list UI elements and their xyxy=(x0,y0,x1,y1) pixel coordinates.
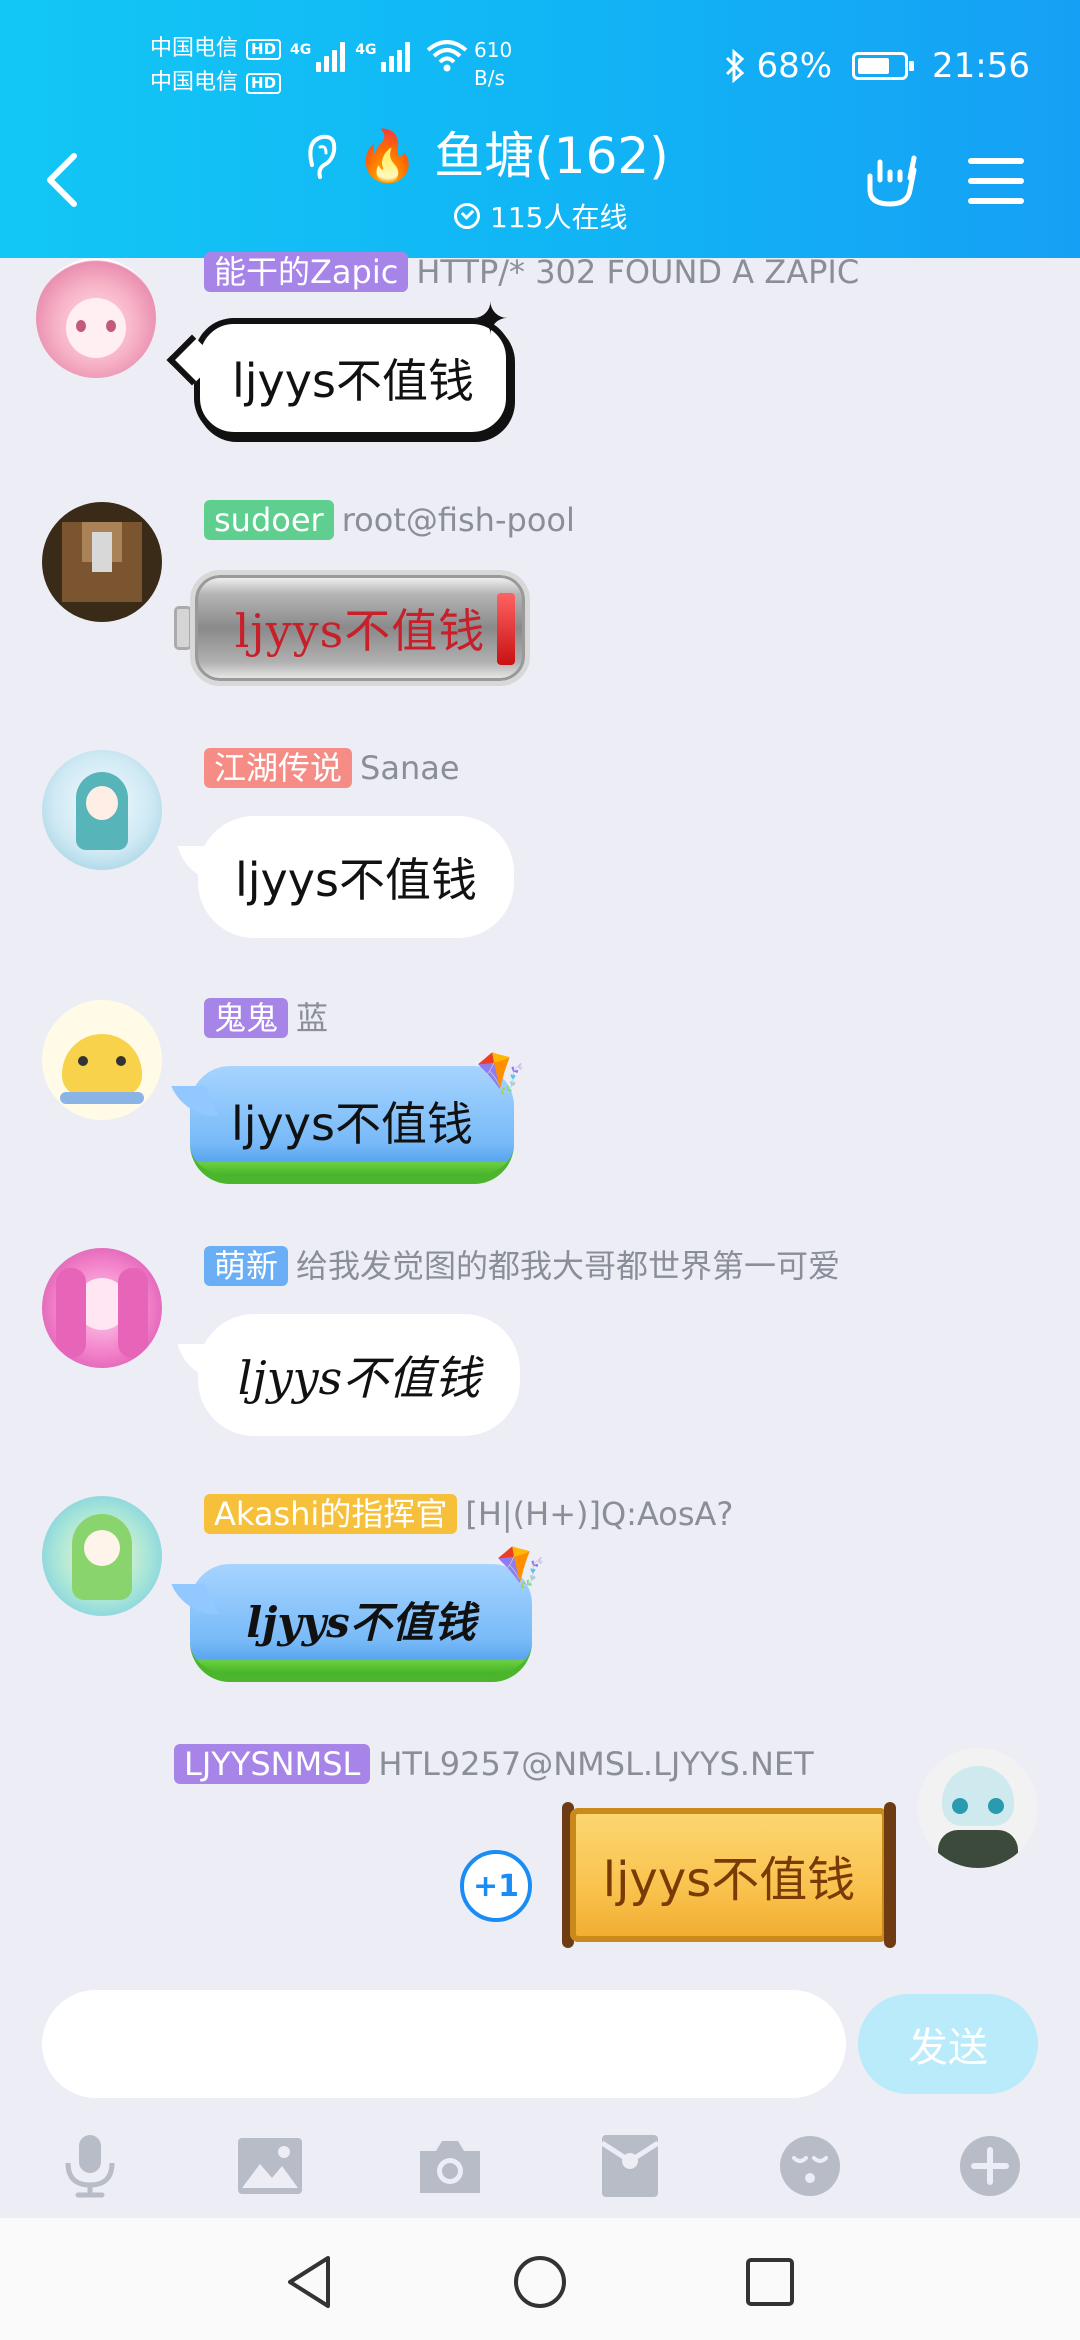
carrier-2: 中国电信 xyxy=(150,70,239,95)
sparkle-icon: ✦ xyxy=(472,294,509,345)
user-badge: 江湖传说 xyxy=(204,748,353,788)
avatar[interactable] xyxy=(42,1496,162,1616)
net-speed: 610 B/s xyxy=(474,36,512,92)
nickname: 给我发觉图的都我大哥都世界第一可爱 xyxy=(296,1247,841,1285)
hd-badge-2: HD xyxy=(246,72,282,94)
ear-icon[interactable] xyxy=(300,131,340,181)
plus-one-button[interactable]: +1 xyxy=(460,1850,532,1922)
message-text: ljyys不值钱 xyxy=(231,1097,473,1151)
back-button[interactable] xyxy=(40,150,84,210)
message-meta: 萌新 给我发觉图的都我大哥都世界第一可爱 xyxy=(204,1246,840,1286)
message-bubble[interactable]: ljyys不值钱 xyxy=(194,318,512,438)
message-text: ljyys不值钱 xyxy=(602,1852,856,1908)
kite-icon: 🪁 xyxy=(476,1051,526,1097)
net-speed-unit: B/s xyxy=(474,66,505,90)
system-nav-bar xyxy=(0,2218,1080,2340)
message-meta: sudoer root@fish-pool xyxy=(204,500,575,540)
message-item: 能干的Zapic HTTP/* 302 FOUND A ZAPIC ljyys不… xyxy=(0,252,1080,458)
user-badge: sudoer xyxy=(204,500,334,540)
message-text: ljyys不值钱 xyxy=(232,354,474,408)
emoji-icon[interactable] xyxy=(774,2130,846,2202)
nav-recents-icon[interactable] xyxy=(740,2252,800,2312)
nickname: root@fish-pool xyxy=(341,501,575,539)
message-bubble[interactable]: ljyys不值钱 xyxy=(198,1314,520,1436)
message-item: 鬼鬼 蓝 ljyys不值钱 🪁 xyxy=(0,998,1080,1198)
avatar[interactable] xyxy=(42,1000,162,1120)
nickname: [H|(H+)]Q:AosA? xyxy=(465,1495,734,1533)
online-count: 115人在线 xyxy=(454,196,627,236)
message-meta: Akashi的指挥官 [H|(H+)]Q:AosA? xyxy=(204,1494,733,1534)
title-group[interactable]: 🔥 鱼塘(162) xyxy=(300,128,669,184)
hd-badge-1: HD xyxy=(246,38,282,60)
red-packet-icon[interactable] xyxy=(594,2130,666,2202)
message-item: Akashi的指挥官 [H|(H+)]Q:AosA? ljyys不值钱 🪁 xyxy=(0,1494,1080,1694)
image-icon[interactable] xyxy=(234,2130,306,2202)
scroll-rod-right xyxy=(884,1802,896,1948)
avatar[interactable] xyxy=(918,1748,1038,1868)
signal-icon: 4G xyxy=(290,42,346,72)
nickname: Sanae xyxy=(360,749,460,787)
battery-icon xyxy=(852,52,915,80)
message-item: 萌新 给我发觉图的都我大哥都世界第一可爱 ljyys不值钱 xyxy=(0,1246,1080,1446)
message-input[interactable] xyxy=(42,1990,846,2098)
hand-gesture-icon[interactable] xyxy=(862,150,922,210)
kite-icon: 🪁 xyxy=(496,1545,546,1591)
message-item-self: LJYYSNMSL HTL9257@NMSL.LJYYS.NET +1 ljyy… xyxy=(0,1744,1080,1974)
page-title: 鱼塘(162) xyxy=(434,127,669,185)
plus-icon[interactable] xyxy=(954,2130,1026,2202)
message-item: 江湖传说 Sanae ljyys不值钱 xyxy=(0,748,1080,948)
message-text: ljyys不值钱 xyxy=(237,1351,481,1405)
nav-home-icon[interactable] xyxy=(510,2252,570,2312)
user-badge: 能干的Zapic xyxy=(204,252,409,292)
message-bubble[interactable]: ljyys不值钱 xyxy=(190,1564,532,1682)
battery-percent: 68% xyxy=(756,46,833,86)
bluetooth-icon xyxy=(726,49,745,83)
nickname: 蓝 xyxy=(296,999,329,1037)
online-label: 115人在线 xyxy=(490,201,628,234)
battery-red-bar xyxy=(497,593,515,665)
send-button[interactable]: 发送 xyxy=(858,1994,1038,2094)
message-item: sudoer root@fish-pool ljyys不值钱 xyxy=(0,500,1080,700)
user-badge: 萌新 xyxy=(204,1246,289,1286)
net-tag-1: 4G xyxy=(290,42,312,58)
online-check-icon xyxy=(454,203,480,229)
user-badge: Akashi的指挥官 xyxy=(204,1494,458,1534)
avatar[interactable] xyxy=(42,1248,162,1368)
nickname: HTL9257@NMSL.LJYYS.NET xyxy=(378,1745,814,1783)
user-badge: LJYYSNMSL xyxy=(174,1744,371,1784)
signal-icon: 4G xyxy=(355,42,411,72)
menu-icon[interactable] xyxy=(968,158,1024,204)
avatar[interactable] xyxy=(36,258,156,378)
avatar[interactable] xyxy=(42,750,162,870)
avatar[interactable] xyxy=(42,502,162,622)
message-bubble[interactable]: ljyys不值钱 xyxy=(198,816,514,938)
user-badge: 鬼鬼 xyxy=(204,998,289,1038)
message-meta: 江湖传说 Sanae xyxy=(204,748,460,788)
message-meta: LJYYSNMSL HTL9257@NMSL.LJYYS.NET xyxy=(174,1744,814,1784)
signal-indicators: 4G 4G xyxy=(290,40,468,72)
clock: 21:56 xyxy=(932,46,1030,86)
message-bubble[interactable]: ljyys不值钱 xyxy=(570,1808,888,1942)
chat-header: 中国电信 HD 中国电信 HD 4G 4G 610 B/s 68% 21:56 xyxy=(0,0,1080,258)
nickname: HTTP/* 302 FOUND A ZAPIC xyxy=(416,253,860,291)
message-text: ljyys不值钱 xyxy=(235,853,477,907)
plus-one-label: +1 xyxy=(472,1868,519,1904)
nav-back-icon[interactable] xyxy=(282,2252,342,2312)
net-speed-value: 610 xyxy=(474,38,513,62)
microphone-icon[interactable] xyxy=(54,2130,126,2202)
carrier-info: 中国电信 HD 中国电信 HD xyxy=(150,32,282,100)
message-meta: 鬼鬼 蓝 xyxy=(204,998,328,1038)
message-text: ljyys不值钱 xyxy=(246,1597,476,1647)
fire-icon: 🔥 xyxy=(356,127,419,185)
message-bubble[interactable]: ljyys不值钱 xyxy=(190,1066,514,1184)
wifi-icon xyxy=(427,40,468,72)
input-toolbar xyxy=(0,2120,1080,2220)
message-meta: 能干的Zapic HTTP/* 302 FOUND A ZAPIC xyxy=(204,252,859,292)
carrier-1: 中国电信 xyxy=(150,36,239,61)
message-bubble[interactable]: ljyys不值钱 xyxy=(190,570,530,686)
net-tag-2: 4G xyxy=(355,42,377,58)
message-text: ljyys不值钱 xyxy=(234,604,486,658)
camera-icon[interactable] xyxy=(414,2130,486,2202)
status-right: 68% 21:56 xyxy=(724,46,1030,86)
